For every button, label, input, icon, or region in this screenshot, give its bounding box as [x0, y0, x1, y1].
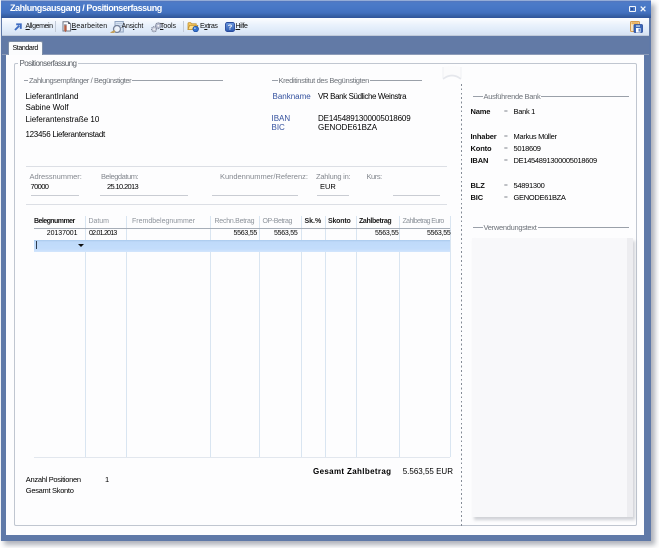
svg-text:?: ? — [227, 22, 232, 31]
